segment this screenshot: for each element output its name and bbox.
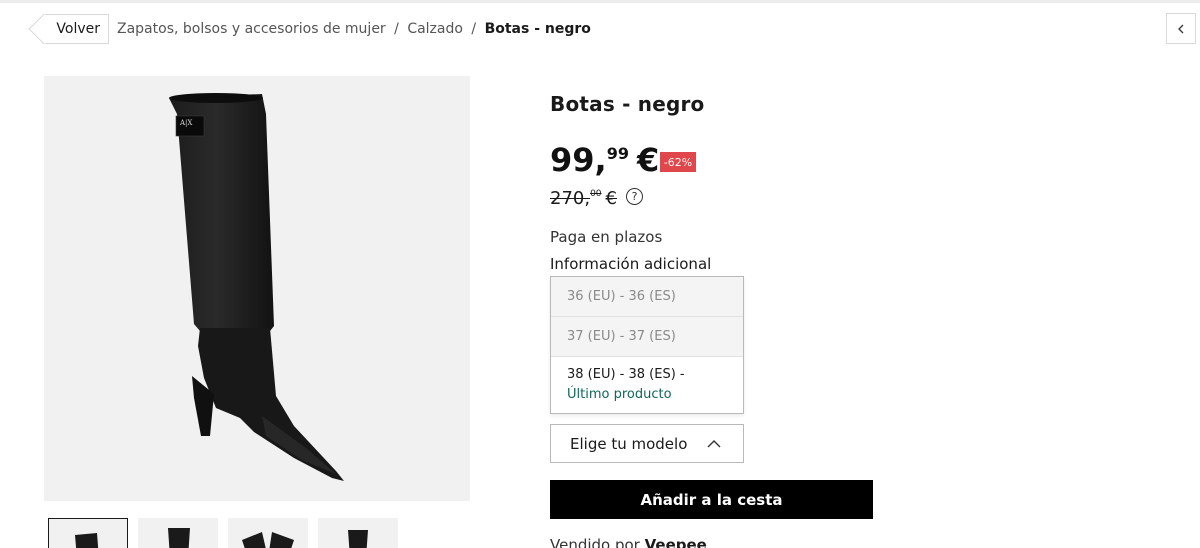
thumbnail[interactable] <box>138 518 218 548</box>
price-decimals: 99 <box>606 144 629 163</box>
chevron-up-icon <box>707 440 721 448</box>
help-icon[interactable]: ? <box>626 188 643 205</box>
size-option-36[interactable]: 36 (EU) - 36 (ES) <box>551 277 743 317</box>
size-option-label: 36 (EU) - 36 (ES) <box>567 289 676 304</box>
model-select[interactable]: Elige tu modelo <box>550 424 744 463</box>
old-price-currency: € <box>605 188 617 209</box>
chevron-left-icon <box>1178 24 1184 33</box>
old-price: 270, 00 € <box>550 188 617 209</box>
size-option-text: 38 (EU) - 38 (ES) - Último producto <box>567 365 727 405</box>
thumbnail[interactable] <box>228 518 308 548</box>
size-option-37[interactable]: 37 (EU) - 37 (ES) <box>551 317 743 357</box>
product-main-image[interactable]: A|X <box>44 76 470 501</box>
top-border <box>0 0 1200 3</box>
boot-illustration <box>169 93 344 481</box>
back-arrow-shape <box>28 13 60 45</box>
size-option-label: 38 (EU) - 38 (ES) - <box>567 367 685 382</box>
breadcrumb-link-footwear[interactable]: Calzado <box>407 21 463 37</box>
discount-badge: -62% <box>660 152 696 172</box>
old-price-decimals: 00 <box>590 189 602 199</box>
sold-by: Vendido por Veepee <box>550 536 707 548</box>
price-integer: 99, <box>550 141 607 179</box>
breadcrumb-current: Botas - negro <box>484 21 591 37</box>
breadcrumb: Zapatos, bolsos y accesorios de mujer / … <box>117 21 591 37</box>
add-to-cart-button[interactable]: Añadir a la cesta <box>550 480 873 519</box>
additional-info-link[interactable]: Información adicional <box>550 255 711 273</box>
back-button[interactable]: Volver <box>28 13 109 45</box>
breadcrumb-separator: / <box>394 21 399 37</box>
brand-logo: A|X <box>180 119 193 127</box>
breadcrumb-separator: / <box>471 21 477 37</box>
price-currency: € <box>636 141 660 179</box>
thumbnail-strip <box>48 518 398 548</box>
installments-link[interactable]: Paga en plazos <box>550 228 662 246</box>
sold-by-prefix: Vendido por <box>550 536 640 548</box>
last-unit-note: Último producto <box>567 387 672 402</box>
size-option-label: 37 (EU) - 37 (ES) <box>567 329 676 344</box>
size-option-38[interactable]: 38 (EU) - 38 (ES) - Último producto <box>551 357 743 413</box>
model-select-label: Elige tu modelo <box>570 434 688 453</box>
back-button-label: Volver <box>56 21 100 37</box>
breadcrumb-link-women[interactable]: Zapatos, bolsos y accesorios de mujer <box>117 21 386 37</box>
product-title: Botas - negro <box>550 92 705 116</box>
seller-name[interactable]: Veepee <box>645 536 707 548</box>
current-price: 99, 99 € <box>550 140 659 180</box>
thumbnail[interactable] <box>48 518 128 548</box>
size-dropdown-list: 36 (EU) - 36 (ES) 37 (EU) - 37 (ES) 38 (… <box>550 276 744 414</box>
old-price-integer: 270, <box>550 188 591 209</box>
collapse-panel-button[interactable] <box>1166 13 1196 44</box>
thumbnail[interactable] <box>318 518 398 548</box>
